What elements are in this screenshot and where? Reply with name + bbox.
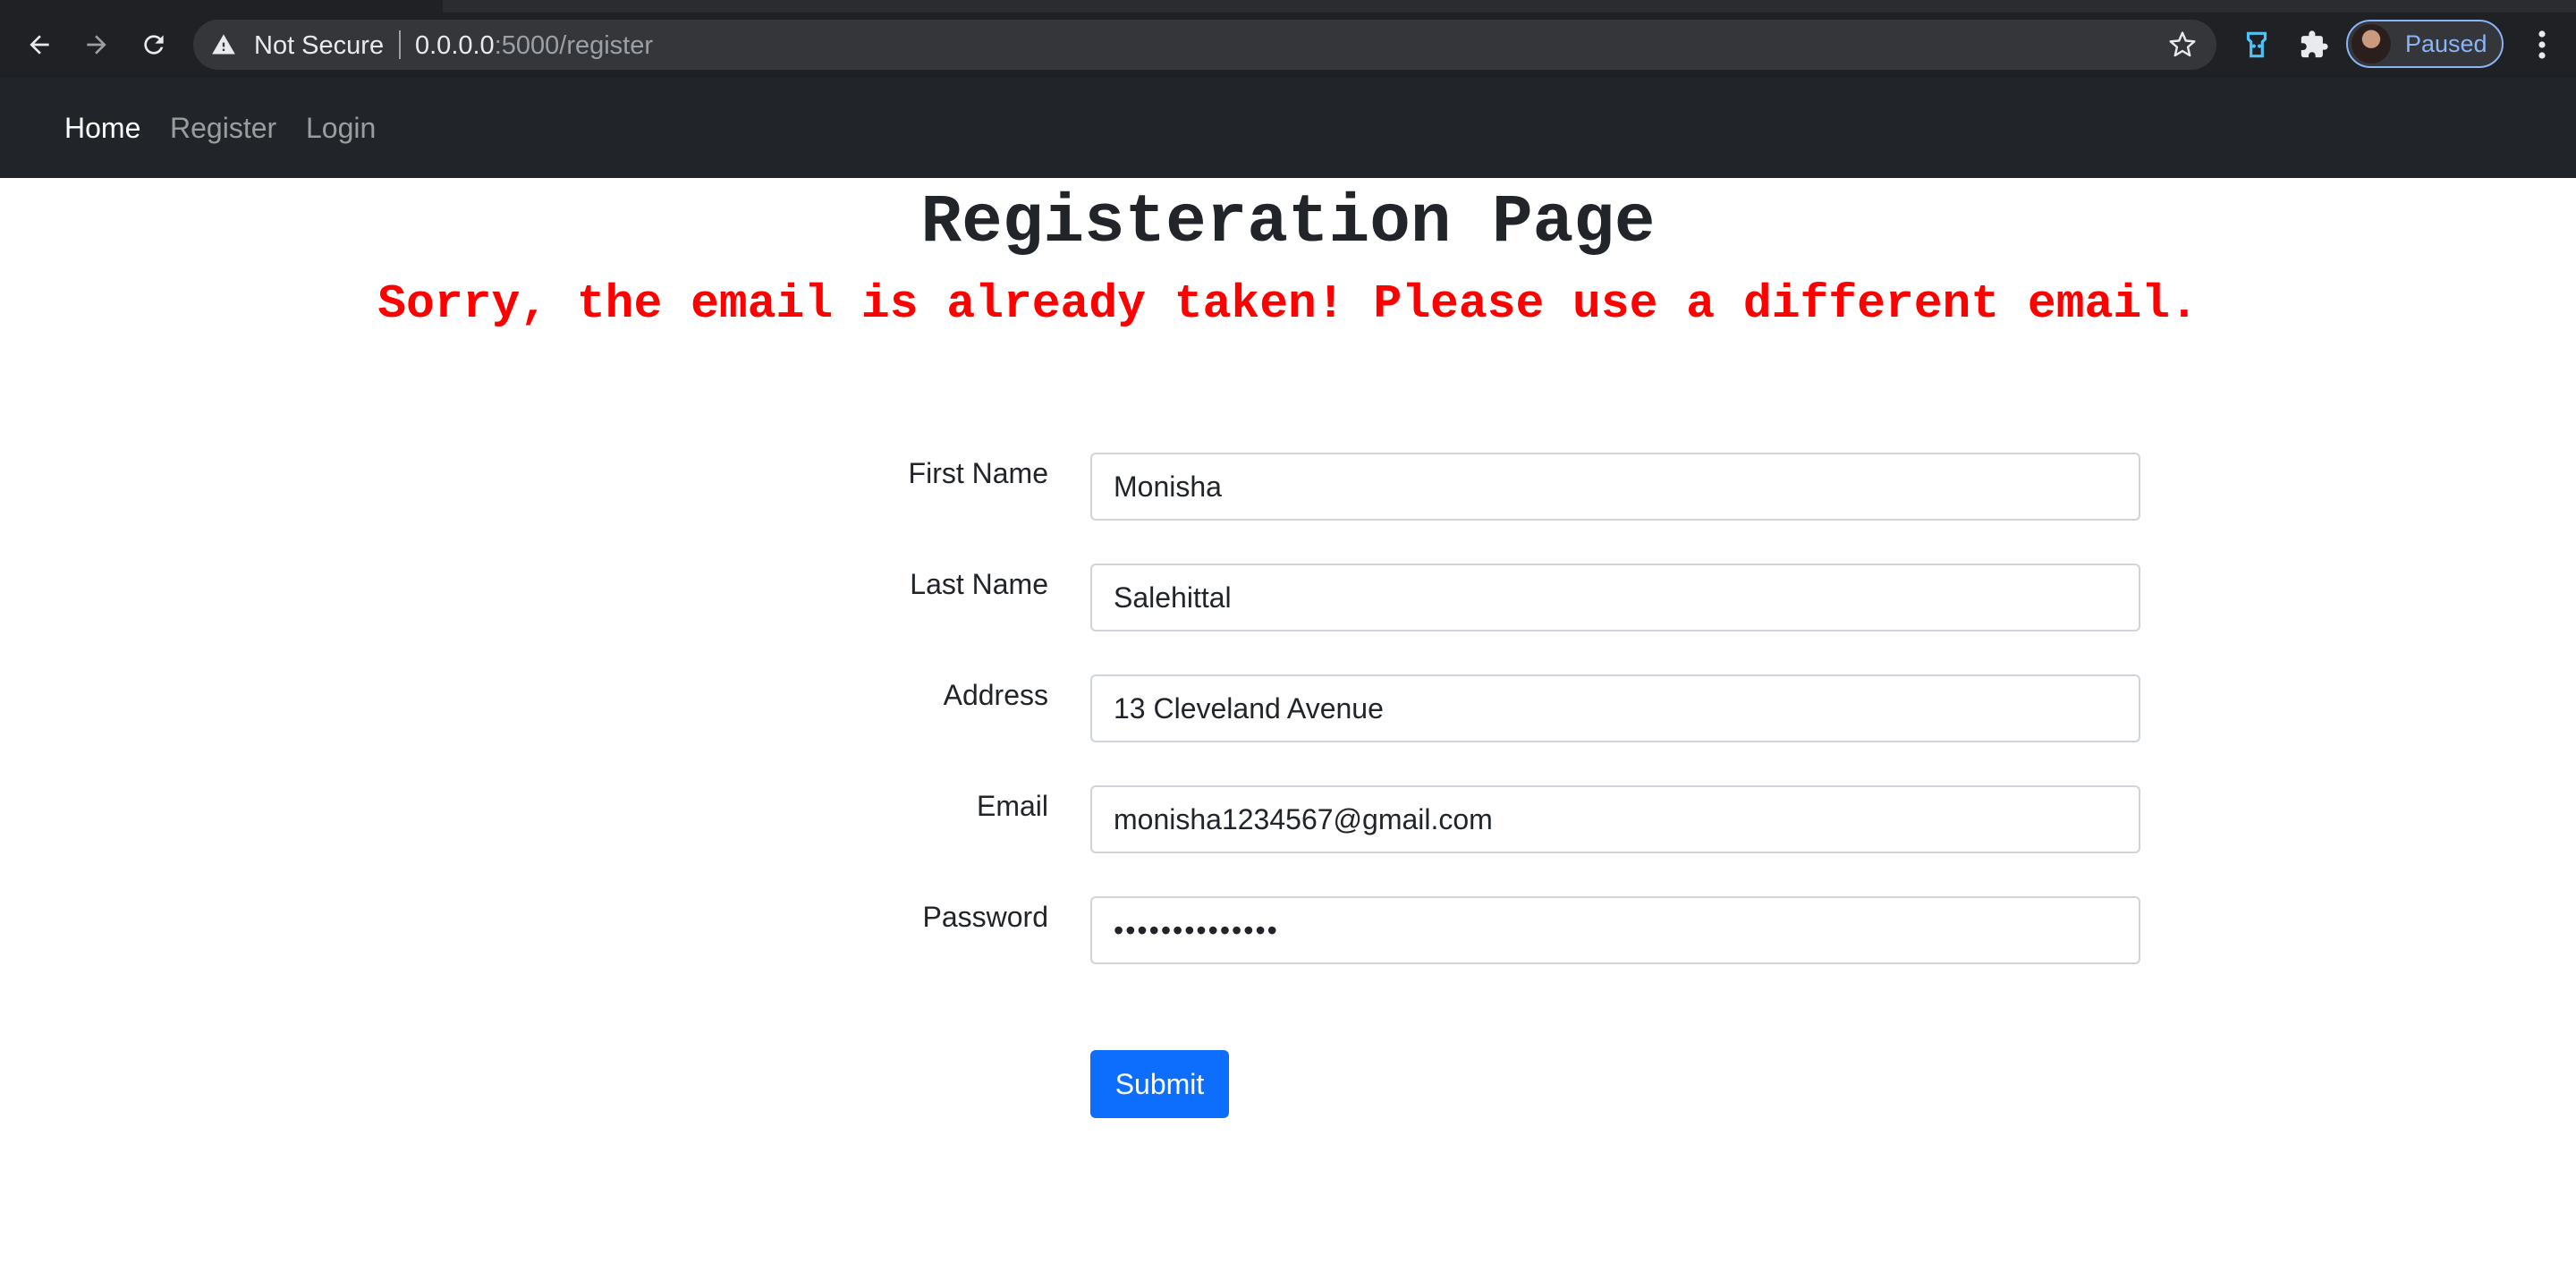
password-input[interactable]	[1090, 896, 2140, 964]
first-name-label: First Name	[908, 457, 1048, 489]
profile-button[interactable]: Paused	[2346, 20, 2504, 68]
last-name-label: Last Name	[910, 568, 1048, 600]
address-bar[interactable]: Not Secure 0.0.0.0:5000/register	[193, 20, 2216, 70]
submit-button[interactable]: Submit	[1090, 1050, 1229, 1118]
forward-arrow-icon	[87, 35, 106, 55]
url-text[interactable]: 0.0.0.0:5000/register	[415, 31, 653, 61]
forward-button[interactable]	[72, 20, 122, 70]
omnibox-divider	[399, 30, 401, 59]
back-button[interactable]	[14, 20, 64, 70]
nav-link-login[interactable]: Login	[306, 112, 376, 145]
nav-link-register[interactable]: Register	[170, 112, 276, 145]
site-navbar: Home Register Login	[0, 78, 2576, 178]
warning-icon	[212, 34, 235, 55]
password-label: Password	[922, 901, 1049, 933]
security-label[interactable]: Not Secure	[254, 31, 384, 61]
url-path: :5000/register	[494, 31, 654, 60]
tab-strip	[0, 0, 2576, 13]
address-input[interactable]	[1090, 674, 2140, 742]
kebab-menu-icon	[2538, 30, 2546, 59]
address-label: Address	[943, 679, 1048, 711]
nav-link-home[interactable]: Home	[64, 112, 140, 145]
last-name-input[interactable]	[1090, 564, 2140, 632]
page-title: Registeration Page	[920, 184, 1656, 261]
email-input[interactable]	[1090, 785, 2140, 853]
puzzle-icon[interactable]	[2292, 23, 2335, 66]
browser-menu-button[interactable]	[2524, 23, 2560, 66]
browser-toolbar: Not Secure 0.0.0.0:5000/register Paused	[0, 0, 2576, 78]
avatar	[2351, 24, 2391, 64]
first-name-input[interactable]	[1090, 453, 2140, 521]
email-label: Email	[976, 790, 1048, 822]
back-arrow-icon	[30, 35, 49, 55]
extension-icon[interactable]	[2235, 23, 2278, 66]
bookmark-star-icon[interactable]	[2168, 30, 2197, 59]
reload-button[interactable]	[129, 20, 179, 70]
active-tab[interactable]	[0, 0, 443, 13]
url-host: 0.0.0.0	[415, 31, 495, 60]
reload-icon	[144, 35, 164, 55]
profile-status: Paused	[2405, 30, 2487, 57]
error-message: Sorry, the email is already taken! Pleas…	[377, 277, 2199, 331]
